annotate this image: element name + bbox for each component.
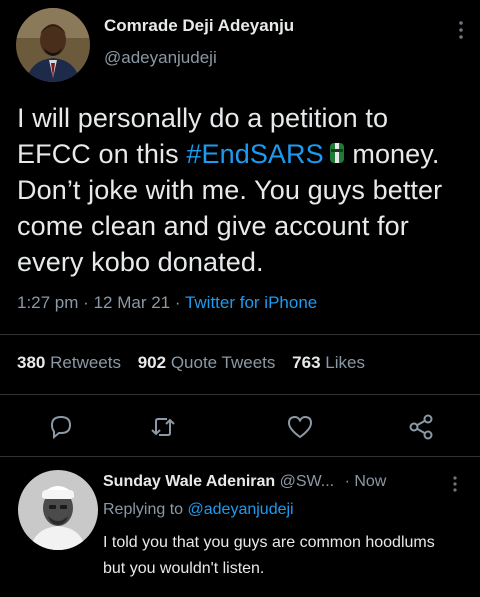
tweet-text: I will personally do a petition to EFCC … [17,100,467,280]
quote-count: 902 [137,353,167,372]
divider [0,456,480,457]
reply-avatar[interactable] [18,470,98,550]
author-name[interactable]: Comrade Deji Adeyanju [104,16,294,36]
retweets-label: Retweets [50,353,121,372]
retweet-icon[interactable] [148,412,178,442]
like-icon[interactable] [285,412,315,442]
author-handle[interactable]: @adeyanjudeji [104,48,217,68]
likes-stat[interactable]: 763 Likes [292,353,365,372]
replying-prefix: Replying to [103,501,184,518]
tweet-time[interactable]: 1:27 pm [17,293,78,312]
tweet-actions [0,412,480,444]
reply-time[interactable]: Now [354,473,386,490]
tweet-date[interactable]: 12 Mar 21 [94,293,171,312]
reply-author-handle[interactable]: @SW... [280,473,334,490]
likes-label: Likes [325,353,365,372]
reply-text: I told you that you guys are common hood… [103,534,435,577]
meta-separator: · [83,293,89,312]
quote-label: Quote Tweets [170,353,276,372]
quote-tweets-stat[interactable]: 902 Quote Tweets [138,353,276,372]
meta-separator: · [174,293,181,312]
author-avatar[interactable] [16,8,90,82]
retweets-stat[interactable]: 380 Retweets [17,353,121,372]
replying-to: Replying to @adeyanjudeji [103,501,294,519]
share-icon[interactable] [406,412,436,442]
more-options-icon[interactable] [458,20,464,40]
tweet-source[interactable]: Twitter for iPhone [185,293,317,312]
divider [0,334,480,335]
likes-count: 763 [292,353,321,372]
reply-author-name[interactable]: Sunday Wale Adeniran [103,473,275,490]
reply-separator: · [344,473,350,490]
reply-icon[interactable] [46,412,76,442]
tweet-meta: 1:27 pm · 12 Mar 21 · Twitter for iPhone [17,293,317,313]
reply-author: Sunday Wale Adeniran @SW... · Now [103,473,386,491]
retweets-count: 380 [17,353,46,372]
divider [0,394,480,395]
tweet-stats: 380 Retweets 902 Quote Tweets 763 Likes [17,353,377,373]
reply-more-options-icon[interactable] [452,475,458,493]
endsars-emoji-icon [329,143,344,163]
replying-to-handle[interactable]: @adeyanjudeji [188,501,294,518]
hashtag-link[interactable]: #EndSARS [186,139,323,169]
